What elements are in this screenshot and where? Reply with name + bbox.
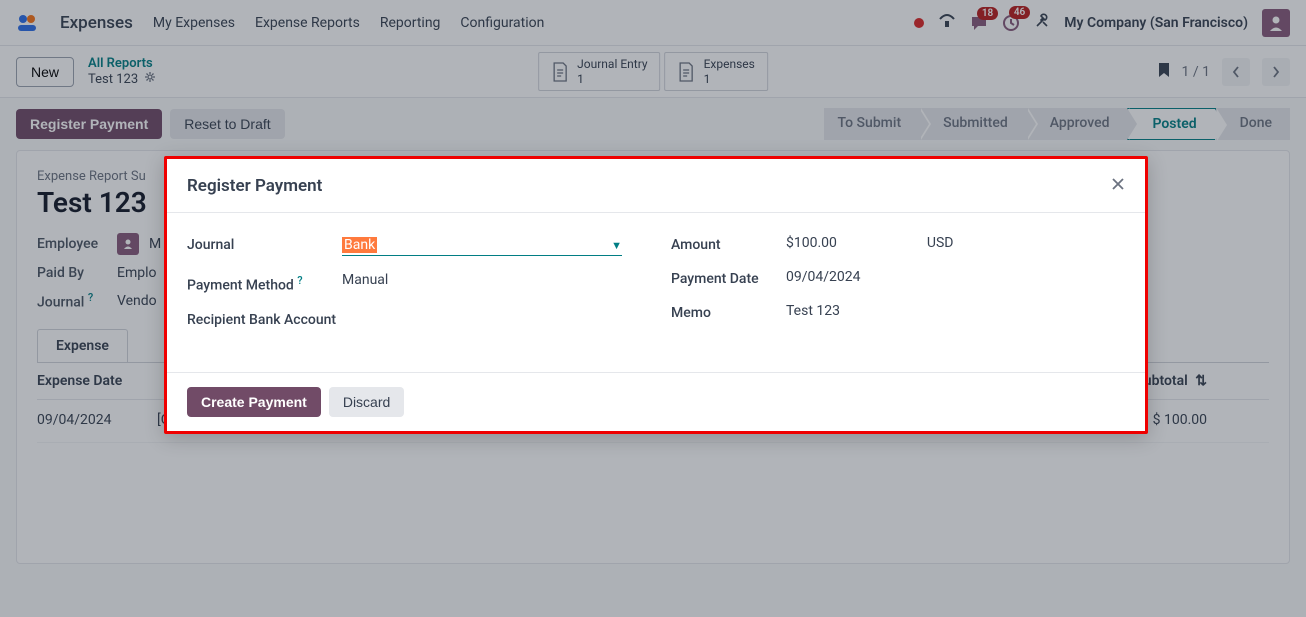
modal-close-button[interactable] bbox=[1111, 175, 1125, 196]
chevron-down-icon: ▼ bbox=[611, 239, 622, 252]
modal-date-value: 09/04/2024 bbox=[786, 269, 1125, 285]
modal-amount-currency: USD bbox=[927, 235, 954, 251]
register-payment-modal: Register Payment Journal Bank ▼ Payment … bbox=[164, 156, 1148, 434]
modal-method-label: Payment Method ? bbox=[187, 272, 342, 294]
modal-memo-label: Memo bbox=[671, 303, 786, 321]
modal-recipient-label: Recipient Bank Account bbox=[187, 310, 342, 328]
modal-date-label: Payment Date bbox=[671, 269, 786, 287]
discard-button[interactable]: Discard bbox=[329, 387, 404, 417]
journal-selected-value: Bank bbox=[342, 237, 377, 253]
close-icon bbox=[1111, 177, 1125, 191]
modal-method-value: Manual bbox=[342, 272, 641, 288]
create-payment-button[interactable]: Create Payment bbox=[187, 387, 321, 417]
help-icon[interactable]: ? bbox=[297, 274, 302, 287]
modal-amount-label: Amount bbox=[671, 235, 786, 253]
modal-memo-value: Test 123 bbox=[786, 303, 1125, 319]
journal-dropdown[interactable]: Bank ▼ bbox=[342, 235, 622, 256]
modal-amount-value: $100.00 bbox=[786, 235, 837, 251]
modal-title: Register Payment bbox=[187, 176, 322, 196]
modal-journal-label: Journal bbox=[187, 235, 342, 253]
